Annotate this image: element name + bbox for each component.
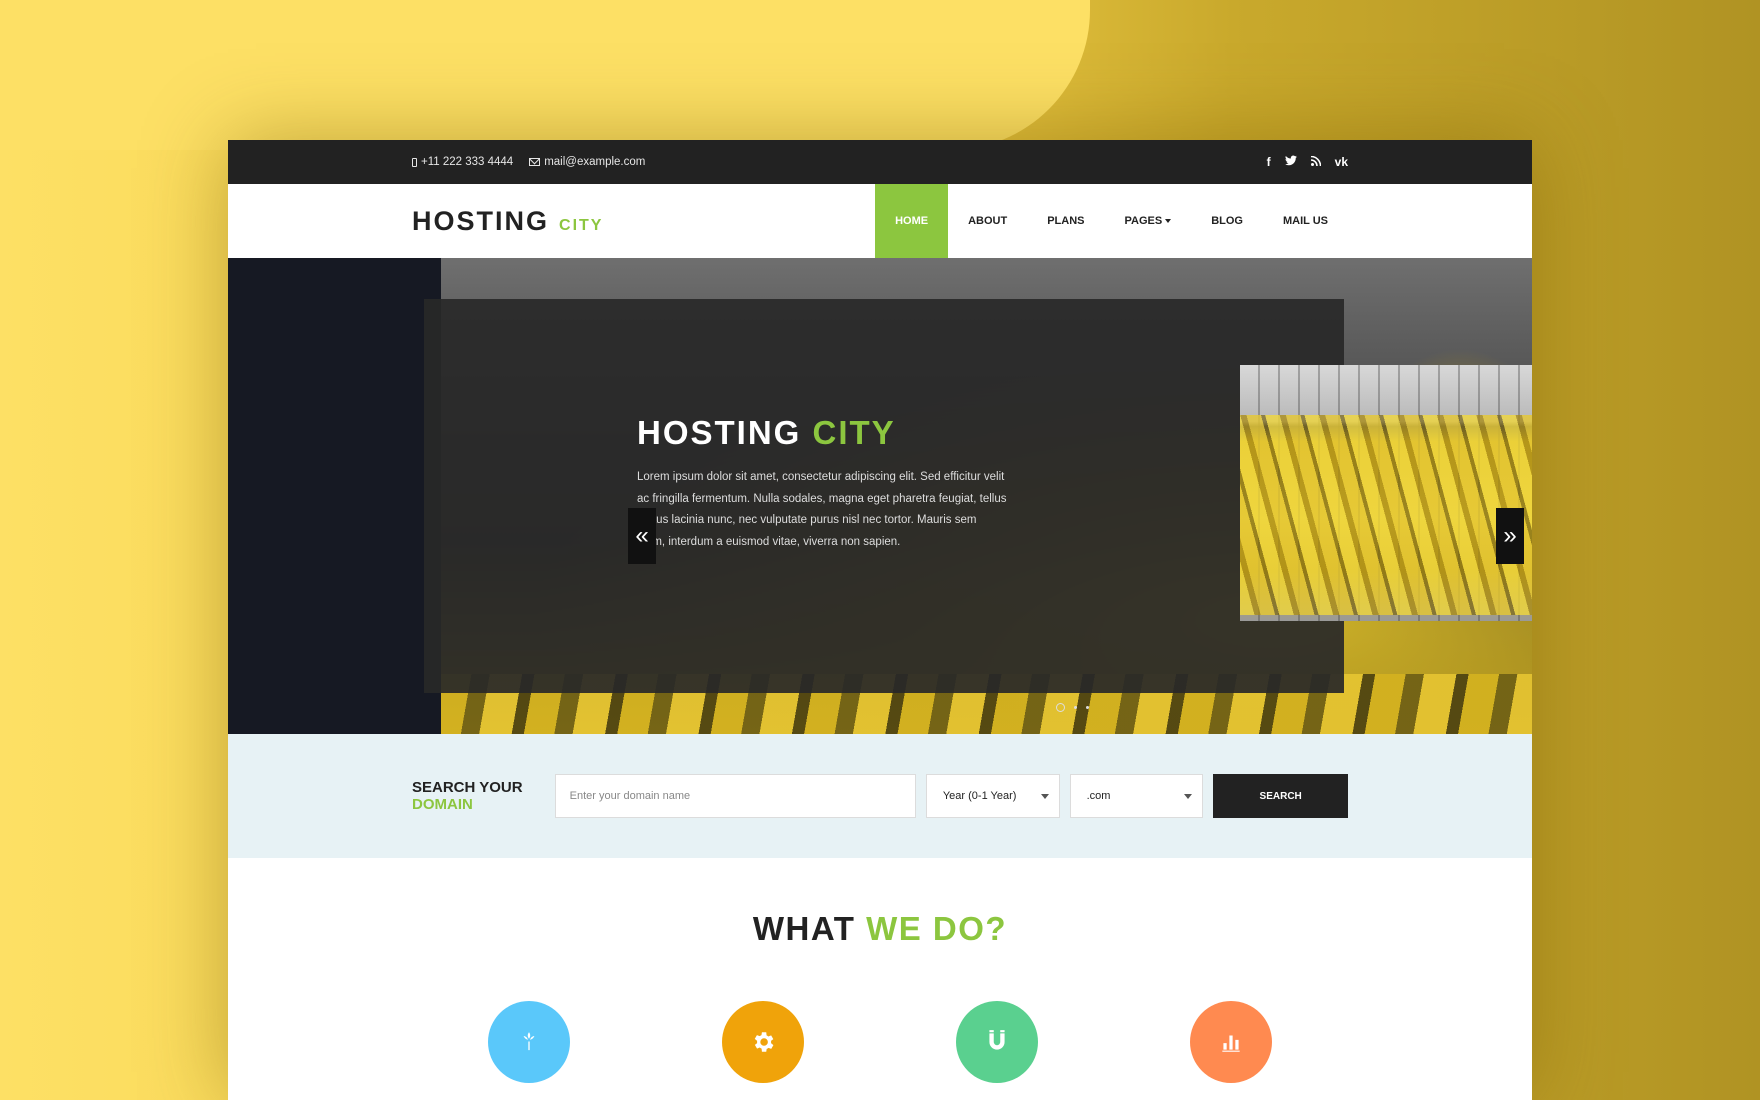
feature-icons-row — [228, 1000, 1532, 1100]
nav-item-mail-us[interactable]: MAIL US — [1263, 184, 1348, 258]
facebook-icon[interactable]: f — [1267, 155, 1271, 169]
contact-info: +11 222 333 4444 mail@example.com — [412, 156, 645, 168]
search-label: SEARCH YOUR DOMAIN — [412, 779, 555, 813]
hero-banner: HOSTING CITY Lorem ipsum dolor sit amet,… — [228, 258, 1532, 734]
envelope-icon — [529, 158, 541, 166]
nav-item-blog[interactable]: BLOG — [1191, 184, 1263, 258]
email-address[interactable]: mail@example.com — [544, 156, 645, 168]
logo-sub-text: CITY — [559, 216, 604, 234]
domain-search-bar: SEARCH YOUR DOMAIN Year (0-1 Year) .com … — [228, 734, 1532, 858]
nav-item-about[interactable]: ABOUT — [948, 184, 1027, 258]
logo-main-text: HOSTING — [412, 205, 550, 236]
search-label-line1: SEARCH YOUR — [412, 779, 523, 796]
nav-item-plans[interactable]: PLANS — [1027, 184, 1104, 258]
year-select[interactable]: Year (0-1 Year) — [925, 774, 1060, 818]
slider-dot-1[interactable] — [1056, 703, 1065, 712]
nav-item-home[interactable]: HOME — [875, 184, 949, 258]
caret-down-icon — [1165, 219, 1172, 223]
social-links: f vk — [1267, 155, 1348, 169]
slider-next-arrow[interactable]: » — [1496, 508, 1524, 564]
feature-leaf-icon[interactable] — [488, 1001, 570, 1083]
search-button[interactable]: SEARCH — [1213, 774, 1348, 818]
rss-icon[interactable] — [1310, 155, 1321, 169]
vk-icon[interactable]: vk — [1335, 155, 1348, 169]
domain-search-input[interactable] — [554, 774, 916, 818]
website-preview: +11 222 333 4444 mail@example.com f vk H… — [228, 140, 1532, 1100]
slide-title: HOSTING CITY — [637, 414, 896, 452]
twitter-icon[interactable] — [1284, 155, 1297, 169]
feature-magnet-icon[interactable] — [956, 1001, 1038, 1083]
nav-item-pages[interactable]: PAGES — [1104, 184, 1191, 258]
what-we-do-accent: WE DO? — [866, 910, 1008, 947]
background-shape — [0, 0, 1090, 150]
dropdown-arrow-icon — [1040, 793, 1049, 799]
slider-dot-3[interactable] — [1086, 706, 1089, 709]
what-we-do-heading: WHAT WE DO? — [228, 910, 1532, 948]
top-bar: +11 222 333 4444 mail@example.com f vk — [228, 140, 1532, 184]
nav-menu: HOME ABOUT PLANS PAGES BLOG MAIL US — [875, 184, 1348, 258]
tld-select-value: .com — [1086, 790, 1111, 802]
search-label-line2: DOMAIN — [412, 796, 473, 813]
slide-title-main: HOSTING — [637, 414, 802, 451]
phone-number: +11 222 333 4444 — [421, 156, 514, 168]
phone-contact: +11 222 333 4444 — [412, 156, 513, 168]
feature-gear-icon[interactable] — [722, 1001, 804, 1083]
dropdown-arrow-icon — [1184, 793, 1193, 799]
slide-network-cables-image — [1240, 365, 1532, 621]
feature-bar-chart-icon[interactable] — [1190, 1001, 1272, 1083]
slide-description: Lorem ipsum dolor sit amet, consectetur … — [637, 471, 1007, 548]
hero-slide: HOSTING CITY Lorem ipsum dolor sit amet,… — [424, 299, 1532, 712]
hero-dark-panel — [228, 258, 441, 734]
main-navbar: HOSTING CITY HOME ABOUT PLANS PAGES BLOG… — [228, 184, 1532, 258]
slide-title-accent: CITY — [812, 414, 896, 451]
year-select-value: Year (0-1 Year) — [942, 790, 1017, 802]
slider-prev-arrow[interactable]: « — [628, 508, 656, 564]
nav-item-pages-label: PAGES — [1124, 215, 1163, 227]
tld-select[interactable]: .com — [1069, 774, 1204, 818]
slider-pagination — [1056, 703, 1089, 712]
email-contact[interactable]: mail@example.com — [529, 156, 645, 168]
site-logo[interactable]: HOSTING CITY — [412, 206, 603, 237]
slider-dot-2[interactable] — [1074, 706, 1077, 709]
phone-icon — [412, 157, 417, 167]
what-we-do-main: WHAT — [752, 910, 856, 947]
